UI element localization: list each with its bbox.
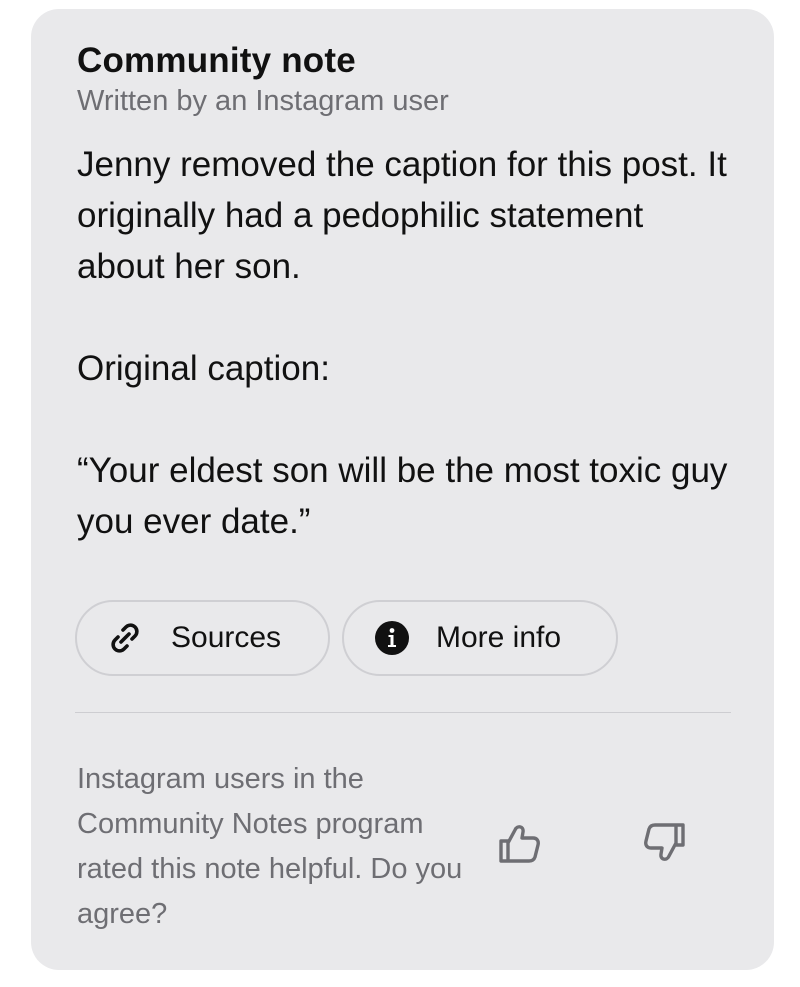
thumbs-down-button[interactable] <box>637 817 693 873</box>
note-body: Jenny removed the caption for this post.… <box>77 139 737 547</box>
thumbs-up-button[interactable] <box>491 817 547 873</box>
thumbs-up-icon <box>493 817 545 874</box>
note-title: Community note <box>77 41 356 80</box>
divider <box>75 712 731 713</box>
note-paragraph: Jenny removed the caption for this post.… <box>77 145 727 286</box>
note-paragraph: “Your eldest son will be the most toxic … <box>77 451 728 541</box>
sources-label: Sources <box>171 621 282 654</box>
note-paragraph: Original caption: <box>77 349 330 388</box>
sources-button[interactable]: Sources <box>75 600 330 676</box>
thumbs-down-icon <box>639 817 691 874</box>
info-icon <box>374 620 410 656</box>
note-author-line: Written by an Instagram user <box>77 85 449 117</box>
more-info-label: More info <box>436 621 562 654</box>
more-info-button[interactable]: More info <box>342 600 618 676</box>
rating-prompt: Instagram users in the Community Notes p… <box>77 763 463 930</box>
link-icon <box>107 620 143 656</box>
community-note-card: Community note Written by an Instagram u… <box>31 9 774 970</box>
